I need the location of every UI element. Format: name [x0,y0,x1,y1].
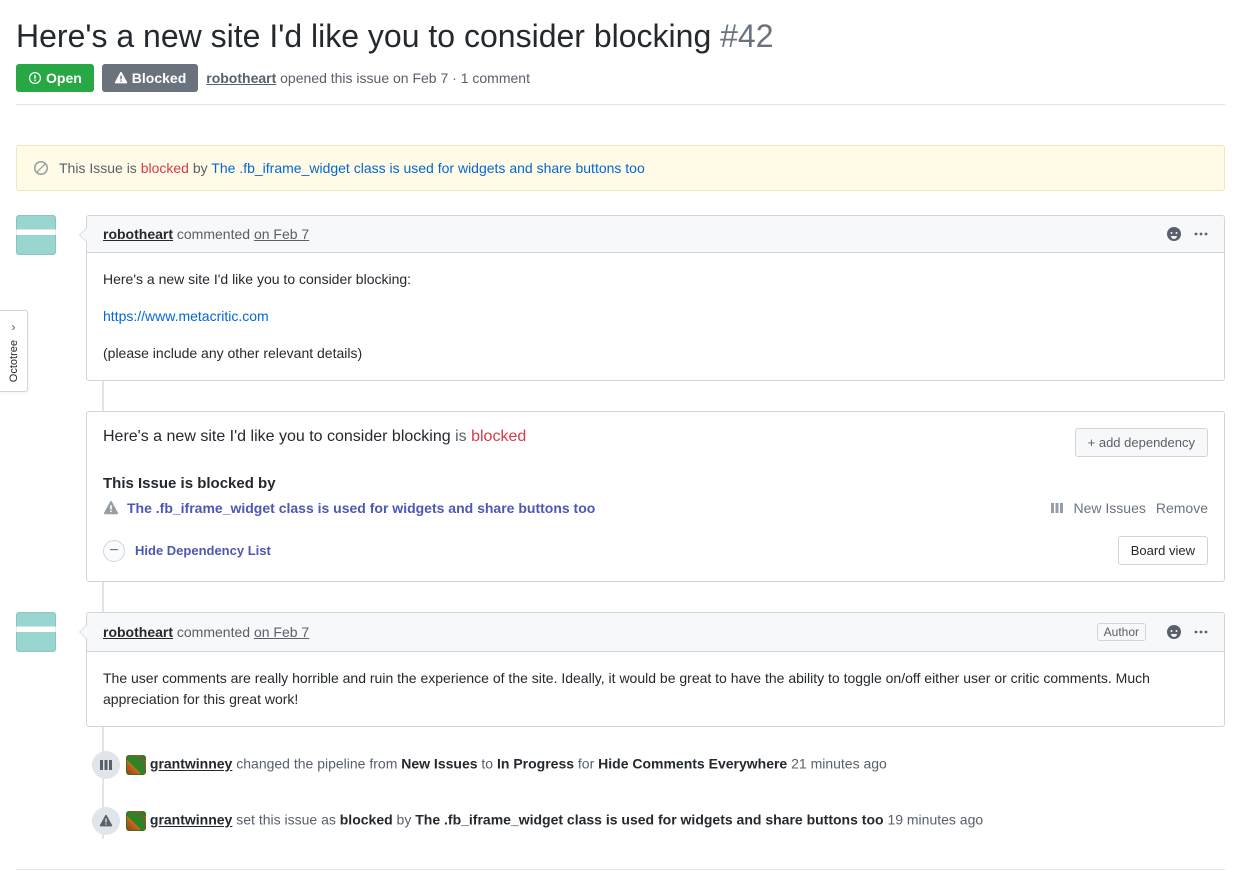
issue-title: Here's a new site I'd like you to consid… [16,16,1225,56]
emoji-react-button[interactable] [1166,624,1182,640]
blocked-by-heading: This Issue is blocked by [103,475,1208,492]
blocked-badge: Blocked [102,64,198,92]
alert-icon [114,71,128,85]
comment-author-link[interactable]: robotheart [103,226,173,242]
remove-dependency-link[interactable]: Remove [1156,500,1208,516]
dependency-link[interactable]: The .fb_iframe_widget class is used for … [127,500,595,516]
comment-body: Here's a new site I'd like you to consid… [87,253,1224,380]
timeline-event: grantwinney set this issue as blocked by… [86,803,1225,839]
kebab-menu-button[interactable] [1194,227,1208,241]
event-badge [92,751,120,779]
event-author-link[interactable]: grantwinney [150,756,232,772]
footer-divider [16,869,1225,870]
dependency-card: Here's a new site I'd like you to consid… [86,411,1225,582]
avatar-small[interactable] [126,755,146,775]
issue-meta-text: robotheart opened this issue on Feb 7 · … [206,70,530,86]
alert-icon [103,500,119,516]
dependency-title: Here's a new site I'd like you to consid… [103,428,526,446]
dependency-row: The .fb_iframe_widget class is used for … [103,500,1208,516]
dep-status: blocked [471,428,526,445]
comment-text: Here's a new site I'd like you to consid… [103,269,1208,290]
emoji-react-button[interactable] [1166,226,1182,242]
comment-date-link[interactable]: on Feb 7 [254,624,309,640]
issue-header: Here's a new site I'd like you to consid… [16,16,1225,105]
banner-prefix: This Issue is [59,160,137,176]
issue-number: #42 [720,18,773,54]
avatar[interactable] [16,612,56,652]
comment-item: robotheart commented on Feb 7 [86,215,1225,381]
avatar-small[interactable] [126,811,146,831]
issue-author-link[interactable]: robotheart [206,70,276,86]
octotree-toggle[interactable]: › Octotree [0,310,28,392]
author-badge: Author [1097,623,1146,641]
chevron-right-icon: › [12,320,16,334]
comment-count: 1 comment [461,70,530,86]
comment-text: The user comments are really horrible an… [103,668,1208,710]
banner-status: blocked [141,160,189,176]
columns-icon [99,758,113,772]
issue-meta-row: Open Blocked robotheart opened this issu… [16,64,1225,105]
not-allowed-icon [33,160,49,176]
comment-date-link[interactable]: on Feb 7 [254,226,309,242]
event-author-link[interactable]: grantwinney [150,812,232,828]
dependency-column-link[interactable]: New Issues [1074,500,1146,516]
comment-header: robotheart commented on Feb 7 [87,216,1224,253]
opened-date: on Feb 7 [393,70,448,86]
comment-header: robotheart commented on Feb 7 Author [87,613,1224,652]
issue-title-text: Here's a new site I'd like you to consid… [16,18,711,54]
opened-text: opened this issue [280,70,389,86]
event-timestamp: 19 minutes ago [887,812,983,828]
collapse-toggle-button[interactable]: − [103,540,125,562]
open-badge: Open [16,64,94,92]
comment-text: (please include any other relevant detai… [103,343,1208,364]
event-timestamp: 21 minutes ago [791,756,887,772]
comment-item: robotheart commented on Feb 7 Author [86,612,1225,727]
comment-box: robotheart commented on Feb 7 [86,215,1225,381]
octotree-label: Octotree [8,340,20,382]
open-badge-label: Open [46,70,82,86]
alert-icon [99,814,113,828]
avatar[interactable] [16,215,56,255]
add-dependency-button[interactable]: + add dependency [1075,428,1208,457]
kebab-menu-button[interactable] [1194,625,1208,639]
comment-body: The user comments are really horrible an… [87,652,1224,726]
hide-dependency-list-link[interactable]: Hide Dependency List [135,543,271,558]
board-view-button[interactable]: Board view [1118,536,1208,565]
event-badge [92,807,120,835]
banner-blocking-link[interactable]: The .fb_iframe_widget class is used for … [211,160,644,176]
comment-author-link[interactable]: robotheart [103,624,173,640]
blocked-banner: This Issue is blocked by The .fb_iframe_… [16,145,1225,191]
comment-link[interactable]: https://www.metacritic.com [103,308,269,324]
issue-open-icon [28,71,42,85]
timeline: robotheart commented on Feb 7 [86,215,1225,839]
timeline-event: grantwinney changed the pipeline from Ne… [86,747,1225,783]
comment-action: commented [177,226,250,242]
columns-icon [1050,501,1064,515]
banner-by: by [193,160,208,176]
comment-box: robotheart commented on Feb 7 Author [86,612,1225,727]
blocked-badge-label: Blocked [132,70,186,86]
comment-action: commented [177,624,250,640]
